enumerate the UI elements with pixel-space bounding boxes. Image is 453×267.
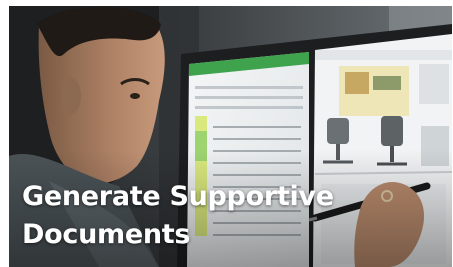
tile-title-line1: Generate Supportive <box>22 181 334 212</box>
tile-title: Generate Supportive Documents <box>22 178 442 254</box>
feature-tile[interactable]: Generate Supportive Documents <box>9 6 452 267</box>
tile-title-line2: Documents <box>22 219 191 250</box>
